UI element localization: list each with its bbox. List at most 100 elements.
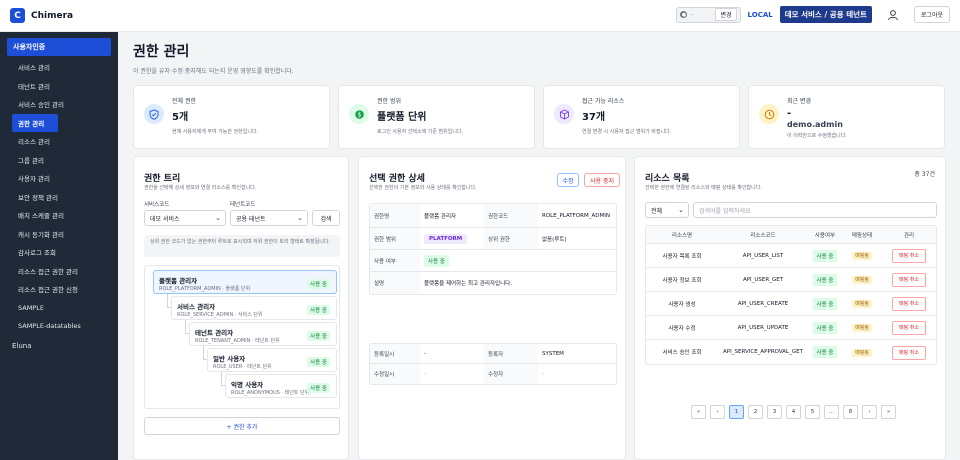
page-button[interactable]: 2 xyxy=(748,405,763,419)
resource-code: API_USER_UPDATE xyxy=(737,324,789,331)
page-button[interactable]: ... xyxy=(824,405,839,419)
sidebar-item[interactable]: 서비스 승인 관리 xyxy=(0,95,118,114)
tree-node-name: 플랫폼 관리자 xyxy=(159,277,198,285)
label-scope: 권한 범위 xyxy=(370,228,420,249)
sidebar-group-auth[interactable]: 사용자인증 xyxy=(7,38,111,56)
detail-audit-table: 등록일시 - 등록자 SYSTEM 수정일시 - 수정자 - xyxy=(369,343,617,385)
tree-node[interactable]: 플랫폼 관리자 ROLE_PLATFORM_ADMIN · 플랫폼 단위 사용 … xyxy=(153,270,337,294)
page-button[interactable]: 1 xyxy=(729,405,744,419)
tenant-code-select[interactable]: 공용 테넌트 ⌄ xyxy=(230,210,308,226)
top-bar: C Chimera ● - 변경 LOCAL 데모 서비스 / 공용 테넌트 로… xyxy=(0,0,960,32)
service-code-select[interactable]: 데모 서비스 ⌄ xyxy=(144,210,226,226)
sidebar-item[interactable]: 서비스 관리 xyxy=(0,58,118,77)
value-description: 플랫폼을 제어하는 최고 관리자입니다. xyxy=(424,281,512,287)
permission-detail-panel: 선택 권한 상세 선택한 권한의 기본 정보와 사용 상태를 확인합니다. 수정… xyxy=(358,156,626,460)
language-apply-button[interactable]: 변경 xyxy=(715,8,737,21)
resource-use-badge: 사용 중 xyxy=(812,249,838,262)
page-button[interactable]: 3 xyxy=(767,405,782,419)
table-row[interactable]: 서비스 승인 조회 API_SERVICE_APPROVAL_GET 사용 중 … xyxy=(646,340,936,364)
language-value[interactable]: - xyxy=(690,11,712,18)
page-button[interactable]: « xyxy=(691,405,706,419)
unmap-button[interactable]: 매핑 취소 xyxy=(892,297,926,311)
page-button[interactable]: › xyxy=(862,405,877,419)
sidebar-item[interactable]: 리소스 관리 xyxy=(0,132,118,151)
detail-title: 선택 권한 상세 xyxy=(369,174,425,184)
stat-value: 5개 xyxy=(172,112,189,123)
mapping-status-badge: 매핑됨 xyxy=(852,252,872,260)
column-header: 매핑상태 xyxy=(851,232,873,239)
resource-code: API_USER_LIST xyxy=(742,252,784,259)
tree-node-status: 사용 중 xyxy=(307,279,330,289)
table-row[interactable]: 사용자 수정 API_USER_UPDATE 사용 중 매핑됨 매핑 취소 xyxy=(646,316,936,340)
stat-desc: 연결 변경 시 사용자 접근 범위가 바뀝니다. xyxy=(582,129,672,135)
sidebar: 사용자인증 서비스 관리 테넌트 관리 서비스 승인 관리 권한 관리 리소스 관리 그룹… xyxy=(0,32,118,460)
resource-table-header: 리소스명 리소스코드 사용여부 매핑상태 관리 xyxy=(646,226,936,244)
language-selector[interactable]: ● - 변경 xyxy=(676,6,741,23)
app-logo[interactable]: C xyxy=(10,8,25,23)
sidebar-item[interactable]: 감사로그 조회 xyxy=(0,243,118,262)
label-registered-by: 등록자 xyxy=(484,344,538,363)
tree-search-button[interactable]: 검색 xyxy=(312,210,340,226)
sidebar-item[interactable]: 리소스 접근 권한 관리 xyxy=(0,262,118,281)
sidebar-item[interactable]: 권한 관리 xyxy=(12,113,58,132)
edit-button[interactable]: 수정 xyxy=(557,173,579,187)
page-button[interactable]: ‹ xyxy=(710,405,725,419)
sidebar-item[interactable]: SAMPLE-datatables xyxy=(0,317,118,336)
tree-title: 권한 트리 xyxy=(144,174,181,184)
sidebar-item[interactable]: 캐시 동기화 관리 xyxy=(0,225,118,244)
tree-node[interactable]: 일반 사용자 ROLE_USER · 테넌트 단위 사용 중 xyxy=(207,348,337,372)
tree-node[interactable]: 익명 사용자 ROLE_ANONYMOUS · 테넌트 단위 사용 중 xyxy=(225,374,337,398)
value-registered-by: SYSTEM xyxy=(542,350,564,357)
table-row[interactable]: 사용자 생성 API_USER_CREATE 사용 중 매핑됨 매핑 취소 xyxy=(646,292,936,316)
value-parent: 없음(루트) xyxy=(542,236,567,243)
detail-info-table: 권한명 플랫폼 관리자 권한코드 ROLE_PLATFORM_ADMIN 권한 … xyxy=(369,203,617,295)
shield-icon xyxy=(144,104,164,124)
page-button[interactable]: » xyxy=(881,405,896,419)
unmap-button[interactable]: 매핑 취소 xyxy=(892,345,926,360)
tree-node[interactable]: 서비스 관리자 ROLE_SERVICE_ADMIN · 서비스 단위 사용 중 xyxy=(171,296,337,320)
sidebar-item[interactable]: 사용자 관리 xyxy=(0,169,118,188)
resource-table: 리소스명 리소스코드 사용여부 매핑상태 관리 사용자 목록 조회 API_USER_L… xyxy=(645,225,937,365)
table-row[interactable]: 사용자 목록 조회 API_USER_LIST 사용 중 매핑됨 매핑 취소 xyxy=(646,244,936,268)
resource-filter-select[interactable]: 전체 ⌄ xyxy=(645,202,689,218)
tenant-badge[interactable]: 데모 서비스 / 공용 테넌트 xyxy=(779,6,872,23)
unmap-button[interactable]: 매핑 취소 xyxy=(892,321,926,335)
tree-node[interactable]: 테넌트 관리자 ROLE_TENANT_ADMIN · 테넌트 단위 사용 중 xyxy=(189,322,337,346)
value-permission-code: ROLE_PLATFORM_ADMIN xyxy=(542,212,610,219)
sidebar-item[interactable]: 리소스 접근 권한 신청 xyxy=(0,280,118,299)
sidebar-item[interactable]: 그룹 관리 xyxy=(0,151,118,170)
user-icon[interactable] xyxy=(885,7,901,23)
stat-desc: 현재 사용자에게 부여 가능한 권한입니다. xyxy=(172,129,259,135)
stat-value: - xyxy=(787,108,792,119)
resource-search-input[interactable]: 검색어를 입력하세요 xyxy=(693,202,937,218)
label-permission-name: 권한명 xyxy=(370,204,420,227)
sidebar-item-eluna[interactable]: Eluna xyxy=(0,336,118,356)
use-status-badge: 사용 중 xyxy=(424,254,449,267)
table-row[interactable]: 사용자 정보 조회 API_USER_GET 사용 중 매핑됨 매핑 취소 xyxy=(646,268,936,292)
add-permission-button[interactable]: + 권한 추가 xyxy=(144,417,340,435)
sidebar-item[interactable]: 테넌트 관리 xyxy=(0,77,118,96)
label-registered-at: 등록일시 xyxy=(370,344,420,363)
unmap-button[interactable]: 매핑 취소 xyxy=(892,249,926,263)
page-button[interactable]: 8 xyxy=(843,405,858,419)
stat-card: 전체 권한 5개 현재 사용자에게 부여 가능한 권한입니다. xyxy=(133,85,330,149)
column-header: 사용여부 xyxy=(814,232,836,239)
label-use: 사용 여부 xyxy=(370,250,420,271)
stat-card: $ 권한 범위 플랫폼 단위 로그인 사용자 선택소에 기준 범위입니다. xyxy=(338,85,535,149)
page-title: 권한 관리 xyxy=(133,44,190,60)
stat-card: 접근 가능 리소스 37개 연결 변경 시 사용자 접근 범위가 바뀝니다. xyxy=(543,85,740,149)
page-button[interactable]: 5 xyxy=(805,405,820,419)
sidebar-item[interactable]: SAMPLE xyxy=(0,299,118,318)
service-code-label: 서비스코드 xyxy=(144,202,170,208)
resource-code: API_USER_CREATE xyxy=(737,300,789,307)
disable-button[interactable]: 사용 중지 xyxy=(584,173,620,187)
logout-button[interactable]: 로그아웃 xyxy=(913,6,950,23)
unmap-button[interactable]: 매핑 취소 xyxy=(892,273,926,287)
sidebar-item[interactable]: 보안 정책 관리 xyxy=(0,188,118,207)
sidebar-item[interactable]: 배치 스케줄 관리 xyxy=(0,206,118,225)
tree-node-name: 테넌트 관리자 xyxy=(195,329,234,337)
page-button[interactable]: 4 xyxy=(786,405,801,419)
column-header: 관리 xyxy=(903,232,915,239)
value-registered-at: - xyxy=(424,350,426,357)
page-subtitle: 이 권한을 유지·수정·중지해도 되는지 운영 영향도를 확인합니다. xyxy=(133,68,294,75)
